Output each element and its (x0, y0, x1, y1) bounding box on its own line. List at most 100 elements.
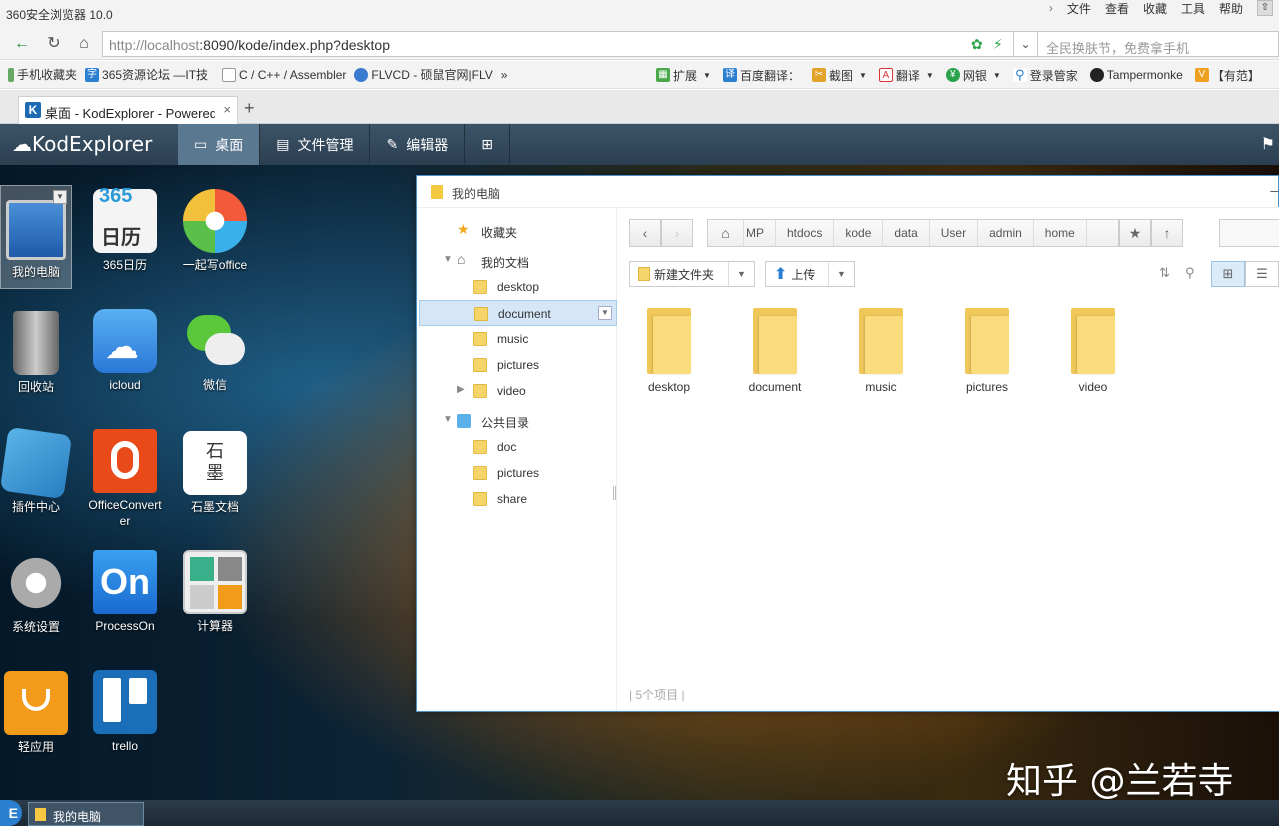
tree-item-share[interactable]: share (417, 486, 615, 512)
nav-file-manager[interactable]: ▤ 文件管理 (260, 124, 371, 165)
search-input[interactable]: 全民换肤节，免费拿手机 (1038, 31, 1279, 57)
folder-item-document[interactable]: document (725, 308, 825, 394)
bookmark-more[interactable]: » (501, 68, 508, 82)
dropdown-icon[interactable]: ▼ (53, 190, 67, 204)
dropdown-icon[interactable]: ▼ (728, 262, 754, 286)
tree-item-pictures[interactable]: pictures (417, 352, 615, 378)
folder-item-video[interactable]: video (1043, 308, 1143, 394)
ext-login[interactable]: ⚲ 登录管家 (1012, 67, 1078, 84)
pin-icon[interactable]: ⇧ (1257, 0, 1273, 16)
minimize-icon[interactable]: – (1270, 182, 1278, 198)
folder-item-pictures[interactable]: pictures (937, 308, 1037, 394)
url-dropdown-icon[interactable]: ⌄ (1014, 31, 1038, 57)
desktop-icon-yiqixie-office[interactable]: 一起写office (170, 189, 260, 273)
desktop-icon-wechat[interactable]: 微信 (170, 309, 260, 393)
tree-item-document[interactable]: document ▼ (419, 300, 617, 326)
chevron-down-icon[interactable]: ▼ (443, 254, 453, 265)
folder-item-music[interactable]: music (831, 308, 931, 394)
desktop-icon-officeconverter[interactable]: OfficeConvert er (80, 429, 170, 529)
file-search-input[interactable] (1219, 219, 1279, 247)
zoom-icon[interactable]: ⚲ (1185, 265, 1195, 281)
menu-tools[interactable]: 工具 (1181, 0, 1205, 17)
new-folder-button[interactable]: 新建文件夹 ▼ (629, 261, 755, 287)
breadcrumb-item[interactable]: User (930, 220, 979, 246)
breadcrumb-item[interactable]: home (1034, 220, 1087, 246)
tree-item-public-pictures[interactable]: pictures (417, 460, 615, 486)
nav-desktop[interactable]: ▭ 桌面 (178, 124, 261, 165)
close-tab-icon[interactable]: × (223, 102, 231, 117)
forward-button[interactable]: › (661, 219, 693, 247)
ext-youfan[interactable]: V 【有范】 (1194, 67, 1260, 84)
chevron-right-icon[interactable]: › (1049, 1, 1053, 15)
menu-file[interactable]: 文件 (1067, 0, 1091, 17)
tree-item-desktop[interactable]: desktop (417, 274, 615, 300)
tab-kodexplorer[interactable]: K 桌面 - KodExplorer - Powered × (18, 96, 238, 124)
menu-help[interactable]: 帮助 (1219, 0, 1243, 17)
breadcrumb-item[interactable]: MP (744, 220, 776, 246)
resize-handle[interactable] (613, 486, 616, 500)
desktop-icon-processon[interactable]: On ProcessOn (80, 550, 170, 634)
nav-editor[interactable]: ✎ 编辑器 (370, 124, 466, 165)
chevron-right-icon[interactable]: ▶ (457, 384, 465, 395)
new-tab-button[interactable]: + (244, 98, 255, 119)
bookmark-365[interactable]: 字 365资源论坛 —IT技 (85, 66, 208, 83)
breadcrumb-item[interactable]: htdocs (776, 220, 835, 246)
back-arrow-icon[interactable]: ← (12, 34, 32, 54)
bookmark-cpp[interactable]: C / C++ / Assembler (222, 67, 346, 82)
chevron-down-icon[interactable]: ▼ (443, 414, 453, 425)
back-button[interactable]: ‹ (629, 219, 661, 247)
breadcrumb-item[interactable]: admin (978, 220, 1034, 246)
ext-bank[interactable]: ¥ 网银 ▼ (945, 67, 1001, 84)
up-button[interactable]: ↑ (1151, 219, 1183, 247)
favorite-button[interactable]: ★ (1119, 219, 1151, 247)
desktop-icon-light-app[interactable]: 轻应用 (0, 671, 81, 755)
desktop-icon-trello[interactable]: trello (80, 670, 170, 754)
start-button[interactable]: E (0, 800, 22, 826)
folder-item-desktop[interactable]: desktop (619, 308, 719, 394)
url-input[interactable]: http://localhost:8090/kode/index.php?des… (102, 31, 1014, 57)
desktop-icon-plugins[interactable]: 插件中心 (0, 426, 81, 515)
ext-baidu-translate[interactable]: 译百度翻译： (722, 67, 800, 84)
desktop-icon-365-calendar[interactable]: 365 日历 365日历 (80, 185, 170, 273)
taskbar-item-my-computer[interactable]: 我的电脑 (28, 802, 144, 826)
bookmark-mobile[interactable]: 手机收藏夹 (8, 66, 77, 83)
upload-button[interactable]: ⬆ 上传 ▼ (765, 261, 855, 287)
lightning-icon[interactable]: ⚡ (993, 36, 1003, 53)
tree-item-favorites[interactable]: ★ 收藏夹 (417, 218, 615, 244)
dropdown-icon[interactable]: ▼ (926, 71, 934, 80)
desktop-icon-icloud[interactable]: ☁ icloud (80, 309, 170, 393)
nav-apps[interactable]: ⊞ (465, 124, 510, 165)
dropdown-icon[interactable]: ▼ (859, 71, 867, 80)
tree-item-video[interactable]: ▶ video (417, 378, 615, 404)
ext-tampermonkey[interactable]: Tampermonke (1089, 68, 1183, 82)
dropdown-icon[interactable]: ▼ (598, 306, 612, 320)
tree-item-music[interactable]: music (417, 326, 615, 352)
desktop-icon-shimo[interactable]: 石 墨 石墨文档 (170, 431, 260, 515)
desktop-icon-my-computer[interactable]: 我的电脑 ▼ (0, 185, 72, 289)
flag-icon[interactable]: ⚑ (1261, 134, 1275, 154)
sort-icon[interactable]: ⇅ (1159, 265, 1170, 281)
dropdown-icon[interactable]: ▼ (828, 262, 854, 286)
list-view-button[interactable]: ☰ (1245, 261, 1279, 287)
menu-view[interactable]: 查看 (1105, 0, 1129, 17)
ext-screenshot[interactable]: ✂ 截图 ▼ (811, 67, 867, 84)
desktop-icon-calculator[interactable]: 计算器 (170, 550, 260, 634)
breadcrumb-item[interactable]: data (883, 220, 930, 246)
tree-item-public[interactable]: ▼ 公共目录 (417, 408, 615, 434)
tree-item-my-documents[interactable]: ▼ ⌂ 我的文档 (417, 248, 615, 274)
dropdown-icon[interactable]: ▼ (703, 71, 711, 80)
desktop-icon-recycle-bin[interactable]: 回收站 (0, 311, 81, 395)
ext-translate[interactable]: A 翻译 ▼ (878, 67, 934, 84)
bookmark-flvcd[interactable]: FLVCD - 硕鼠官网|FLV (354, 66, 493, 83)
icon-view-button[interactable]: ⊞ (1211, 261, 1245, 287)
breadcrumb-item[interactable]: kode (834, 220, 884, 246)
desktop-icon-settings[interactable]: 系统设置 (0, 551, 81, 635)
recycle-icon[interactable]: ✿ (971, 36, 983, 53)
home-icon[interactable]: ⌂ (708, 220, 744, 246)
tree-item-doc[interactable]: doc (417, 434, 615, 460)
home-icon[interactable]: ⌂ (74, 34, 94, 54)
kod-logo[interactable]: ☁KodExplorer (12, 132, 152, 156)
ext-extend[interactable]: ▦ 扩展 ▼ (656, 67, 711, 84)
window-titlebar[interactable]: 我的电脑 – (417, 176, 1279, 208)
dropdown-icon[interactable]: ▼ (993, 71, 1001, 80)
